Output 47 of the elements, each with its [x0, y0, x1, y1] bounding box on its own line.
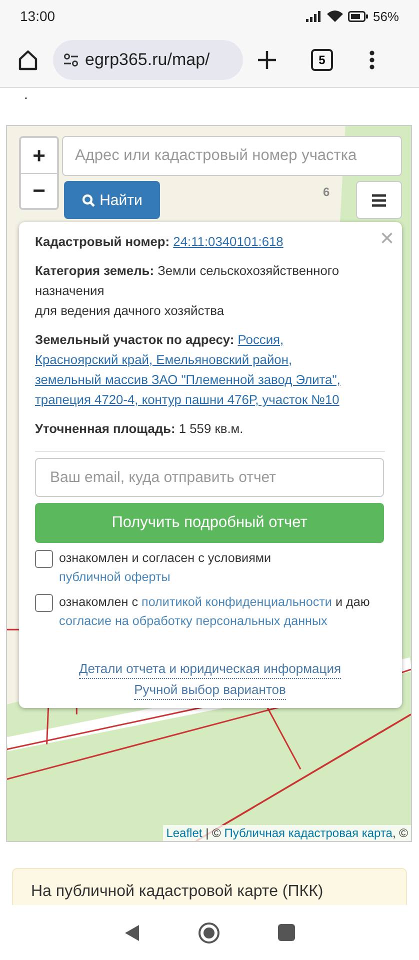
info-link[interactable]: 24:11:0340101:618 — [173, 234, 284, 249]
info-field: Земельный участок по адресу: Россия, Красноярский край, Емельяновский район, земельный массив ЗАО "Племенной завод Элита", трапеция 4720-4, контур пашни 476Р, участок №10 — [35, 330, 340, 410]
agreement-link[interactable]: публичной оферты — [59, 570, 170, 584]
map-attribution: Leaflet | © Публичная кадастровая карта, © — [163, 825, 411, 841]
info-link[interactable]: Ручной выбор вариантов — [134, 680, 286, 700]
clock: 13:00 — [20, 8, 56, 24]
menu-button[interactable] — [356, 181, 402, 219]
menu-icon — [372, 194, 386, 206]
zoom-out-button[interactable]: − — [21, 173, 57, 208]
home-icon[interactable] — [17, 48, 39, 70]
battery-icon — [348, 10, 368, 22]
attribution-link[interactable]: Leaflet — [166, 826, 202, 840]
info-field: Уточненная площадь: 1 559 кв.м. — [35, 419, 244, 439]
search-icon — [82, 194, 95, 206]
search-field[interactable]: Адрес или кадастровый номер участка — [62, 136, 402, 176]
get-report-button[interactable]: Получить подробный отчет — [35, 503, 384, 543]
count-label: 6 — [323, 185, 330, 199]
wifi-icon — [326, 10, 343, 22]
info-link[interactable]: Детали отчета и юридическая информация — [78, 659, 342, 679]
checkbox[interactable] — [35, 594, 53, 612]
recents-icon[interactable] — [278, 924, 295, 941]
agreement-text: ознакомлен и согласен с условиями публичной оферты — [59, 550, 272, 586]
email-field[interactable]: Ваш email, куда отправить отчет — [35, 458, 384, 497]
more-icon[interactable] — [369, 50, 375, 70]
home-icon[interactable] — [198, 922, 220, 944]
info-link[interactable]: земельный массив ЗАО "Племенной завод Элита", — [35, 372, 340, 387]
info-link[interactable]: Россия, — [238, 332, 284, 347]
info-field: Категория земель: Земли сельскохозяйственного назначения для ведения дачного хозяйства — [35, 261, 365, 321]
signal-icon — [306, 10, 322, 22]
checkbox[interactable] — [35, 550, 53, 568]
agreement-link[interactable]: согласие на обработку персональных данных — [59, 614, 328, 628]
info-link[interactable]: Красноярский край, Емельяновский район, — [35, 352, 292, 367]
battery-level: 56% — [372, 8, 399, 24]
address-bar[interactable]: egrp365.ru/map/ — [53, 40, 243, 80]
url-text: egrp365.ru/map/ — [85, 50, 210, 70]
info-link[interactable]: трапеция 4720-4, контур пашни 476Р, участок №10 — [35, 392, 340, 407]
info-field: Кадастровый номер: 24:11:0340101:618 — [35, 232, 284, 252]
attribution-link[interactable]: Публичная кадастровая карта — [224, 826, 392, 840]
site-settings-icon[interactable] — [63, 52, 79, 66]
notice-text: На публичной кадастровой карте (ПКК) — [31, 883, 324, 900]
back-icon[interactable] — [124, 924, 140, 942]
agreement-text: ознакомлен с политикой конфиденциальности и даю согласие на обработку персональных данных — [59, 594, 371, 630]
new-tab-icon[interactable] — [257, 50, 277, 70]
tab-count-button[interactable]: 5 — [311, 48, 333, 70]
find-button[interactable]: Найти — [64, 181, 160, 219]
text-fragment: . — [24, 88, 28, 102]
agreement-link[interactable]: политикой конфиденциальности — [142, 595, 332, 609]
